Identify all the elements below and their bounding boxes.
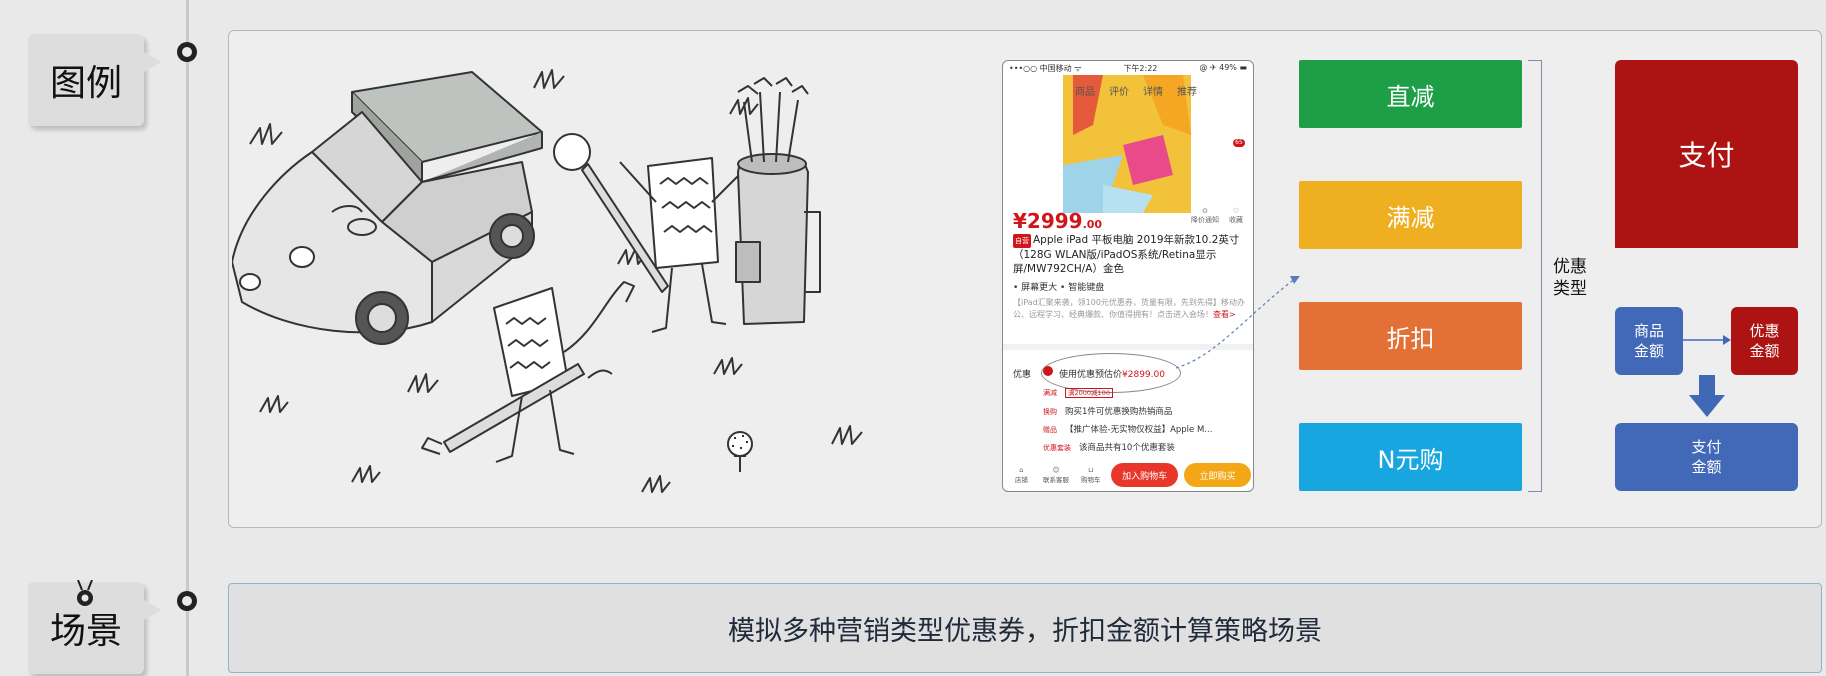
golf-illustration: [232, 69, 863, 493]
coupon-icon: [1043, 366, 1053, 376]
discount-types-label: 优惠 类型: [1553, 257, 1587, 299]
coupon-estimate[interactable]: 使用优惠预估价¥2899.00: [1059, 367, 1165, 380]
battery-text: @ ✈ 49% ▬: [1199, 63, 1247, 72]
tab-recommend[interactable]: 推荐: [1177, 83, 1197, 98]
message-badge: 65: [1233, 139, 1245, 147]
bottom-bar: ⌂ 店铺 ☺ 联系客服 ⊔ 购物车 加入购物车 立即购买: [1003, 457, 1253, 491]
carrier-text: •••○○ 中国移动 ᯤ: [1009, 64, 1082, 73]
dashed-connector: [1176, 276, 1300, 369]
cart-icon-button[interactable]: ⊔ 购物车: [1076, 466, 1105, 484]
product-features: • 屏幕更大 • 智能键盘: [1013, 283, 1105, 293]
price-notify-button[interactable]: ⊙ 降价通知: [1191, 207, 1219, 225]
swing-character: [421, 281, 635, 463]
store-button[interactable]: ⌂ 店铺: [1007, 466, 1036, 484]
promo-row-bundle[interactable]: 优惠套装 该商品共有10个优惠套装: [1043, 441, 1175, 453]
add-to-cart-button[interactable]: 加入购物车: [1111, 463, 1179, 487]
favorite-button[interactable]: ♡ 收藏: [1229, 207, 1243, 225]
product-price: ¥2999.00: [1013, 209, 1103, 233]
promo-row-exchange[interactable]: 换购 购买1件可优惠换购热销商品: [1043, 405, 1172, 417]
promo-row-full-reduction[interactable]: 满减 满2000减100: [1043, 387, 1113, 398]
self-operated-badge: 自营: [1013, 234, 1031, 248]
status-bar: •••○○ 中国移动 ᯤ 下午2:22 @ ✈ 49% ▬: [1003, 61, 1253, 75]
timeline-line: [186, 0, 189, 676]
club-character: [553, 133, 743, 333]
price-actions: ⊙ 降价通知 ♡ 收藏: [1191, 207, 1243, 225]
arrow-down-icon: [1689, 375, 1725, 417]
discount-amount-box: 优惠 金额: [1731, 307, 1798, 375]
discount-types-bracket: [1528, 60, 1542, 492]
golf-cart: [232, 71, 543, 345]
discount-type-n-yuan: N元购: [1299, 423, 1522, 491]
promo-row-gift[interactable]: 赠品 【推广体验-无实物仅权益】Apple M...: [1043, 423, 1212, 435]
pay-box: 支付: [1615, 60, 1798, 248]
pay-amount-box: 支付 金额: [1615, 423, 1798, 491]
discount-type-direct: 直减: [1299, 60, 1522, 128]
buy-now-button[interactable]: 立即购买: [1184, 463, 1252, 487]
coupon-label: 优惠: [1013, 370, 1032, 380]
product-title: 自营 Apple iPad 平板电脑 2019年新款10.2英寸（128G WLA…: [1013, 234, 1240, 275]
timeline-node-legend: [177, 42, 197, 62]
legend-tag: 图例: [28, 34, 162, 126]
product-tabs: 商品 评价 详情 推荐: [1075, 83, 1197, 98]
tab-goods[interactable]: 商品: [1075, 83, 1095, 98]
golf-ball: [727, 431, 753, 472]
discount-type-discount: 折扣: [1299, 302, 1522, 370]
service-button[interactable]: ☺ 联系客服: [1042, 466, 1071, 484]
goods-amount-box: 商品 金额: [1615, 307, 1683, 375]
discount-type-full-reduction: 满减: [1299, 181, 1522, 249]
medal-icon: [77, 580, 93, 606]
scene-description: 模拟多种营销类型优惠券，折扣金额计算策略场景: [228, 583, 1822, 673]
timeline-node-scene: [177, 591, 197, 611]
tab-details[interactable]: 详情: [1143, 83, 1163, 98]
golf-bag: [735, 77, 821, 325]
arrow-right-icon: [1683, 335, 1731, 345]
tab-reviews[interactable]: 评价: [1109, 83, 1129, 98]
time-text: 下午2:22: [1123, 64, 1158, 73]
